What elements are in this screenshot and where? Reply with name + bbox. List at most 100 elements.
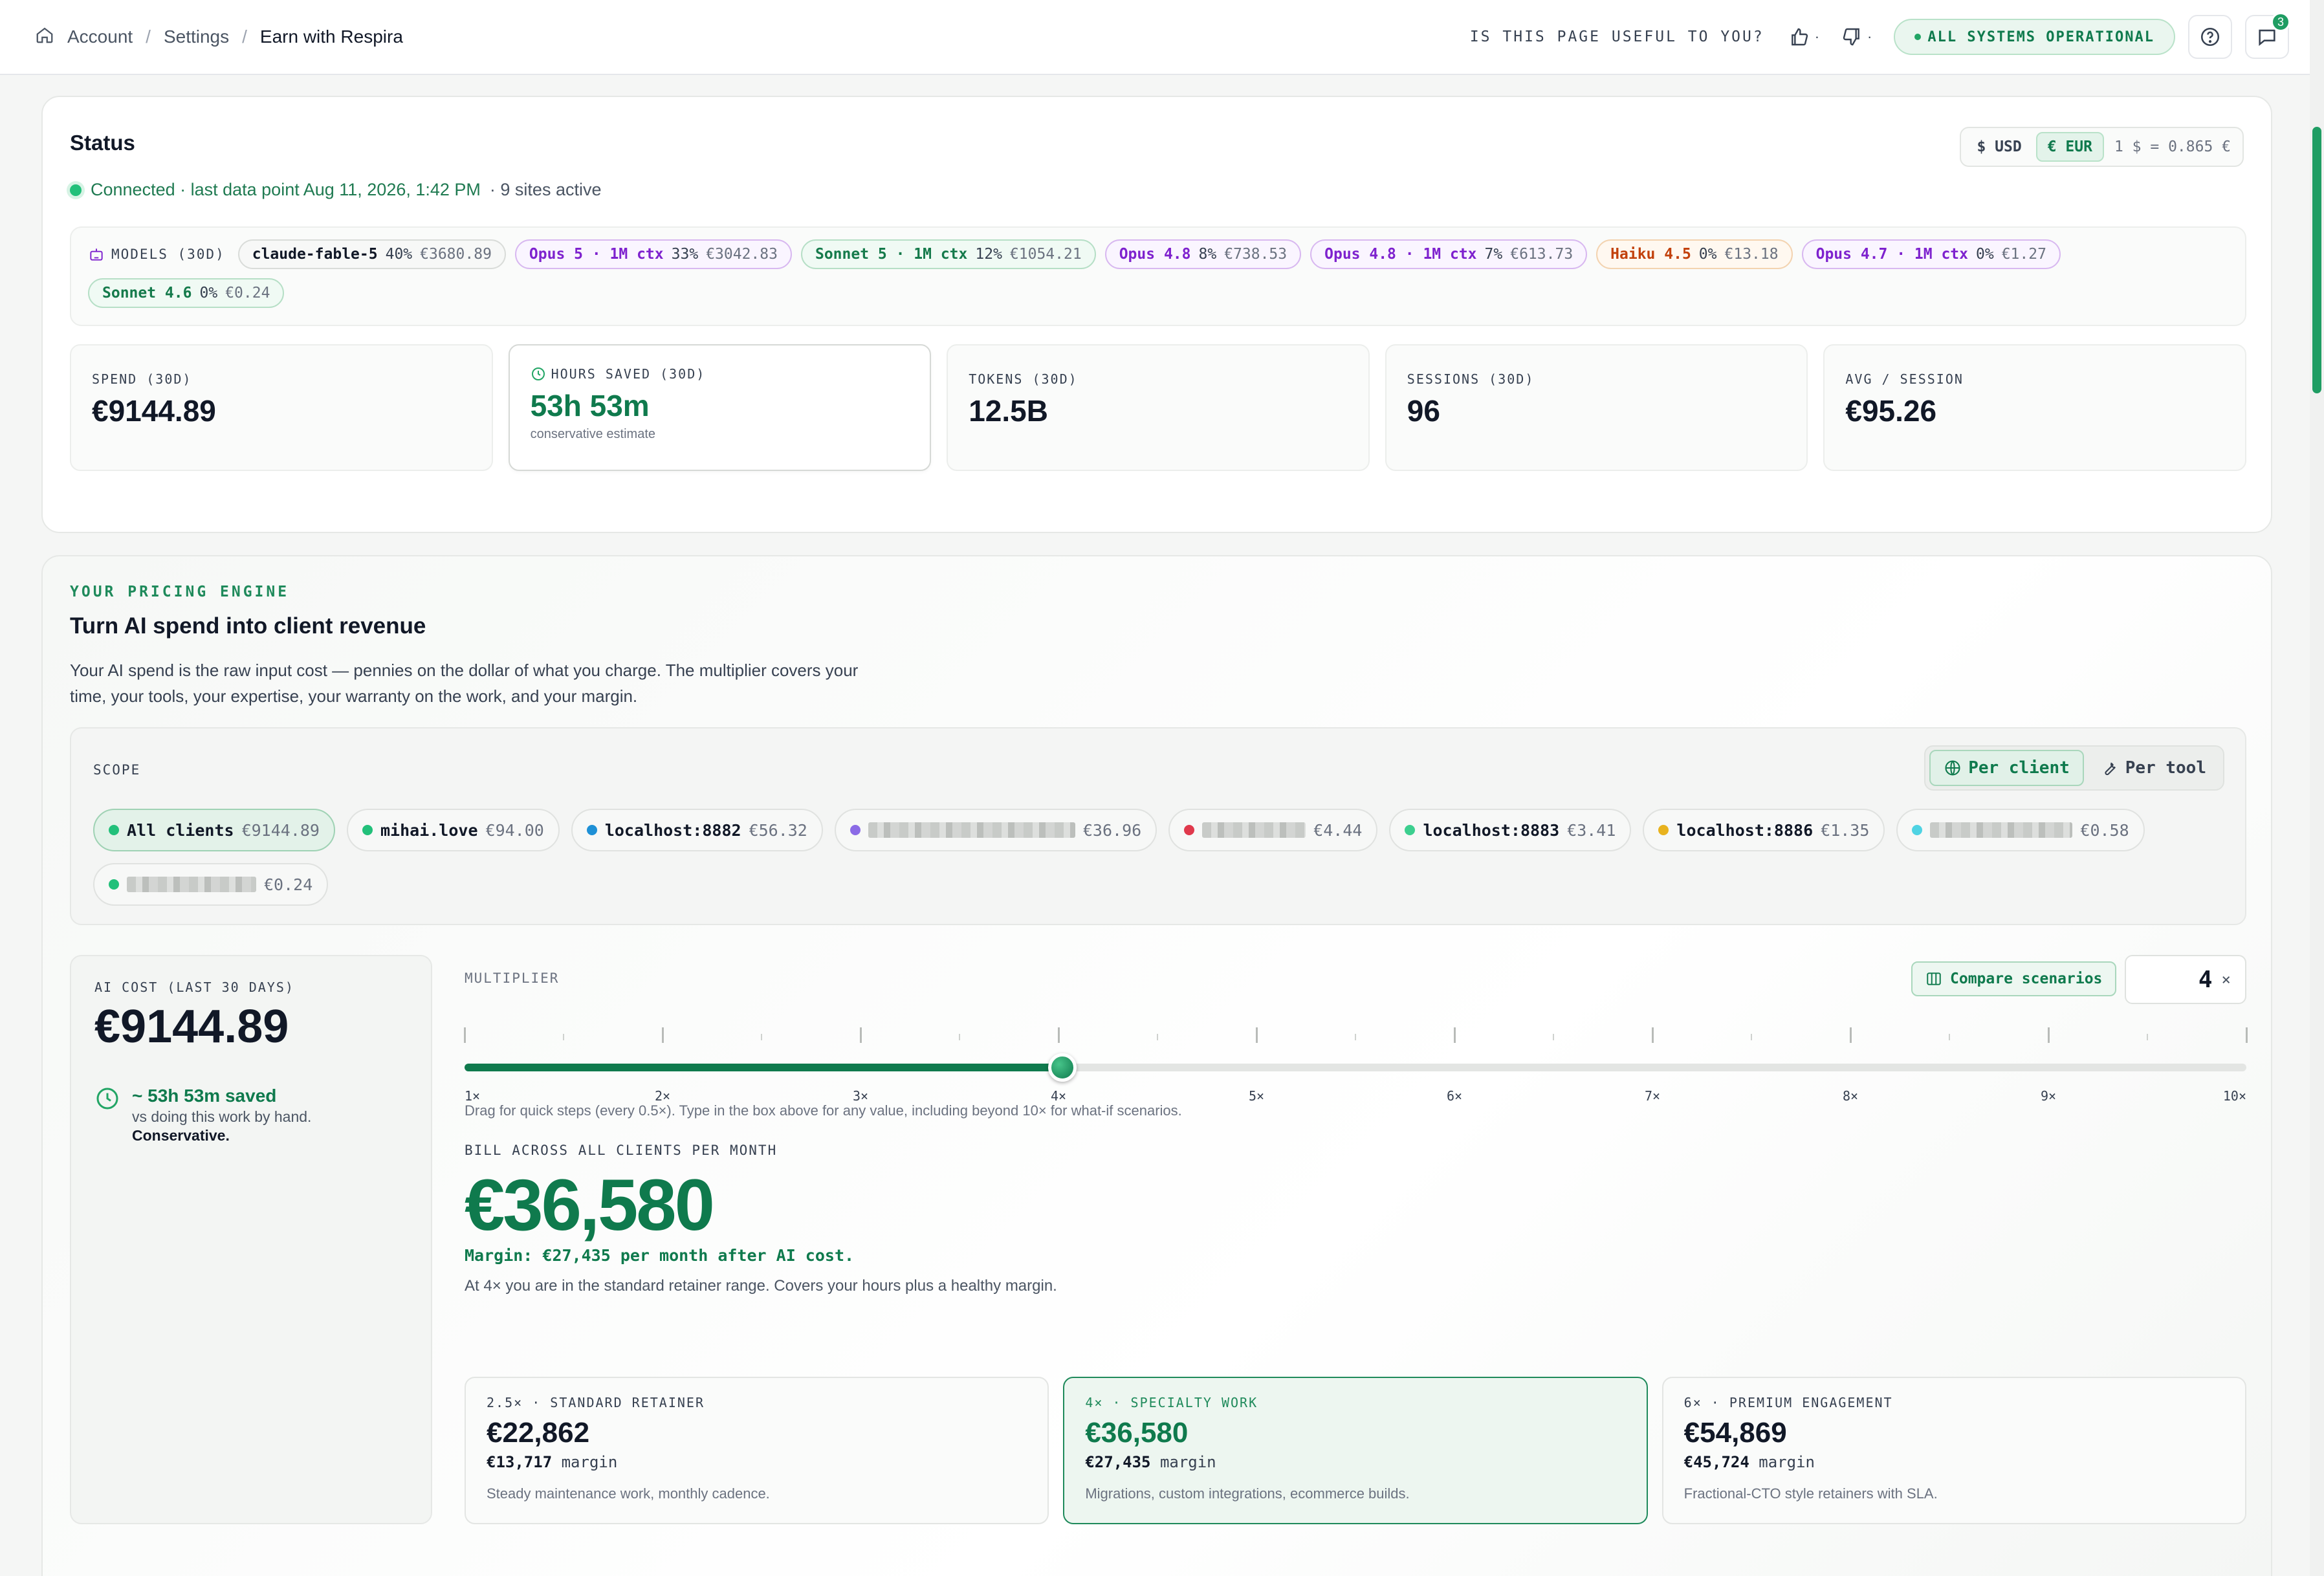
breadcrumb-separator: / bbox=[242, 27, 247, 47]
wrench-icon bbox=[2105, 762, 2116, 776]
models-label: MODELS (30D) bbox=[88, 246, 225, 263]
slider-tick-label: 10× bbox=[2222, 1088, 2246, 1104]
slider-major-tick bbox=[2048, 1027, 2050, 1043]
pricing-tier-card[interactable]: 6× · PREMIUM ENGAGEMENT €54,869 €45,724 ma… bbox=[1661, 1377, 2246, 1524]
thumbs-up-button[interactable]: · bbox=[1789, 27, 1819, 47]
model-cost: €613.73 bbox=[1510, 246, 1573, 263]
client-chip[interactable]: €36.96 bbox=[834, 809, 1157, 851]
client-chip[interactable]: €0.58 bbox=[1896, 809, 2145, 851]
home-icon[interactable] bbox=[35, 25, 54, 49]
client-chip[interactable]: localhost:8882 €56.32 bbox=[571, 809, 823, 851]
model-chip[interactable]: Opus 4.7 · 1M ctx 0% €1.27 bbox=[1801, 239, 2061, 269]
scrollbar-thumb[interactable] bbox=[2312, 127, 2321, 393]
tier-description: Migrations, custom integrations, ecommer… bbox=[1085, 1485, 1410, 1502]
models-panel: MODELS (30D) claude-fable-5 40% €3680.89 Op… bbox=[70, 226, 2246, 326]
pricing-title: Turn AI spend into client revenue bbox=[70, 613, 426, 639]
model-chip[interactable]: Opus 4.8 8% €738.53 bbox=[1104, 239, 1302, 269]
slider-minor-tick bbox=[563, 1034, 564, 1040]
model-share: 0% bbox=[199, 285, 218, 301]
system-status-badge[interactable]: ALL SYSTEMS OPERATIONAL bbox=[1894, 19, 2175, 55]
model-share: 40% bbox=[385, 246, 413, 263]
redacted-client-name bbox=[1202, 822, 1306, 838]
client-amount: €0.58 bbox=[2080, 820, 2129, 840]
model-chip[interactable]: claude-fable-5 40% €3680.89 bbox=[237, 239, 506, 269]
currency-eur-option[interactable]: € EUR bbox=[2035, 132, 2104, 162]
client-name: localhost:8886 bbox=[1676, 820, 1814, 840]
pricing-tier-card[interactable]: 2.5× · STANDARD RETAINER €22,862 €13,717 m… bbox=[465, 1377, 1049, 1524]
tier-margin: €27,435 margin bbox=[1085, 1453, 1625, 1471]
multiplier-input[interactable]: 4 × bbox=[2125, 955, 2246, 1004]
model-name: Opus 5 · 1M ctx bbox=[529, 246, 664, 263]
stat-value: €9144.89 bbox=[92, 394, 216, 428]
connected-dot bbox=[70, 184, 82, 196]
pricing-tier-card[interactable]: 4× · SPECIALTY WORK €36,580 €27,435 margin… bbox=[1063, 1377, 1648, 1524]
slider-tick-label: 1× bbox=[465, 1088, 481, 1104]
tier-price: €54,869 bbox=[1683, 1417, 1787, 1449]
margin-summary: Margin: €27,435 per month after AI cost. bbox=[465, 1246, 855, 1265]
tier-margin: €45,724 margin bbox=[1684, 1453, 2224, 1471]
slider-tick-label: 5× bbox=[1248, 1088, 1265, 1104]
client-chip[interactable]: €4.44 bbox=[1168, 809, 1378, 851]
model-name: Sonnet 5 · 1M ctx bbox=[815, 246, 968, 263]
model-name: Opus 4.8 bbox=[1119, 246, 1191, 263]
thumbs-up-count: · bbox=[1814, 28, 1820, 45]
client-color-dot bbox=[1405, 825, 1416, 835]
status-dot bbox=[1914, 34, 1922, 40]
client-color-dot bbox=[586, 825, 597, 835]
help-button[interactable] bbox=[2188, 15, 2232, 59]
client-chip[interactable]: localhost:8883 €3.41 bbox=[1389, 809, 1632, 851]
tier-margin-value: €27,435 bbox=[1085, 1453, 1151, 1471]
client-color-dot bbox=[1912, 825, 1923, 835]
client-color-dot bbox=[1184, 825, 1195, 835]
stat-label: SESSIONS (30D) bbox=[1407, 371, 1786, 387]
client-chip[interactable]: €0.24 bbox=[93, 863, 329, 906]
model-chip[interactable]: Opus 4.8 · 1M ctx 7% €613.73 bbox=[1310, 239, 1588, 269]
thumbs-down-count: · bbox=[1867, 28, 1872, 45]
model-chip[interactable]: Sonnet 5 · 1M ctx 12% €1054.21 bbox=[800, 239, 1096, 269]
stat-label: AVG / SESSION bbox=[1845, 371, 2224, 387]
tier-margin-word: margin bbox=[1759, 1453, 1815, 1471]
currency-usd-option[interactable]: $ USD bbox=[1966, 133, 2032, 160]
per-tool-label: Per tool bbox=[2125, 758, 2206, 778]
slider-thumb[interactable] bbox=[1048, 1053, 1077, 1082]
compare-scenarios-label: Compare scenarios bbox=[1950, 970, 2103, 987]
client-name: localhost:8882 bbox=[604, 820, 741, 840]
model-name: Sonnet 4.6 bbox=[102, 285, 192, 301]
pricing-eyebrow: YOUR PRICING ENGINE bbox=[70, 584, 290, 600]
models-label-text: MODELS (30D) bbox=[111, 246, 225, 262]
model-chip[interactable]: Sonnet 4.6 0% €0.24 bbox=[88, 278, 285, 308]
thumbs-up-icon bbox=[1791, 28, 1808, 46]
model-chip[interactable]: Haiku 4.5 0% €13.18 bbox=[1596, 239, 1793, 269]
compare-scenarios-button[interactable]: Compare scenarios bbox=[1911, 961, 2117, 996]
multiplier-slider[interactable]: 1× 2× 3× 4× 5× 6× 7× 8× 9× 10× bbox=[464, 1027, 2248, 1105]
model-cost: €3680.89 bbox=[420, 246, 492, 263]
model-name: claude-fable-5 bbox=[252, 246, 378, 263]
stat-card: SPEND (30D) €9144.89 bbox=[70, 344, 493, 471]
tier-margin-value: €13,717 bbox=[487, 1453, 553, 1471]
system-status-text: ALL SYSTEMS OPERATIONAL bbox=[1927, 28, 2154, 45]
slider-tick-label: 8× bbox=[1842, 1088, 1859, 1104]
columns-icon bbox=[1927, 972, 1941, 985]
stat-value: 53h 53m bbox=[530, 389, 650, 422]
model-name: Opus 4.7 · 1M ctx bbox=[1815, 246, 1968, 263]
stat-value: 96 bbox=[1407, 394, 1440, 428]
client-chip[interactable]: mihai.love €94.00 bbox=[347, 809, 560, 851]
client-chip[interactable]: All clients €9144.89 bbox=[93, 809, 335, 851]
model-chip[interactable]: Opus 5 · 1M ctx 33% €3042.83 bbox=[514, 239, 792, 269]
breadcrumb-settings[interactable]: Settings bbox=[164, 27, 229, 47]
models-list: MODELS (30D) claude-fable-5 40% €3680.89 Op… bbox=[88, 239, 2228, 308]
breadcrumb-account[interactable]: Account bbox=[67, 27, 133, 47]
per-tool-toggle[interactable]: Per tool bbox=[2088, 750, 2219, 786]
scope-panel: SCOPE Per client Per tool All clients €91… bbox=[70, 727, 2246, 925]
model-share: 8% bbox=[1198, 246, 1217, 263]
slider-major-tick bbox=[662, 1027, 664, 1043]
client-color-dot bbox=[362, 825, 373, 835]
per-client-toggle[interactable]: Per client bbox=[1929, 750, 2084, 786]
messages-button[interactable]: 3 bbox=[2245, 12, 2290, 59]
thumbs-down-button[interactable]: · bbox=[1841, 27, 1872, 47]
clock-icon bbox=[531, 367, 545, 380]
slider-major-tick bbox=[2246, 1027, 2248, 1043]
slider-major-tick bbox=[1454, 1027, 1456, 1043]
client-chip[interactable]: localhost:8886 €1.35 bbox=[1643, 809, 1885, 851]
stat-label-text: TOKENS (30D) bbox=[969, 371, 1078, 387]
